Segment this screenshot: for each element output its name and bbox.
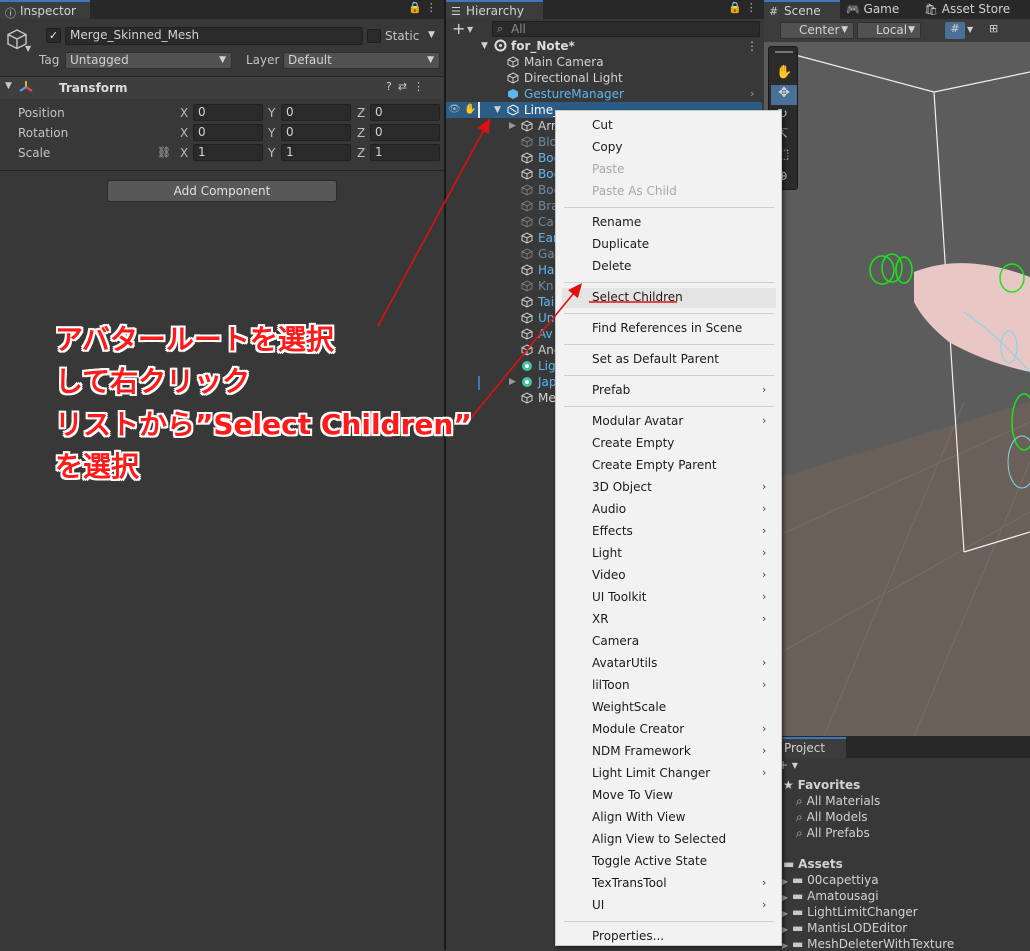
annotation-line-2: して右クリック (55, 365, 251, 398)
annotation-line-4: を選択 (55, 450, 140, 483)
annotation-line-1: アバタールートを選択 (55, 323, 334, 356)
annotation-arrows (377, 118, 677, 425)
annotation-line-3: リストから”Select Children” (55, 408, 472, 441)
